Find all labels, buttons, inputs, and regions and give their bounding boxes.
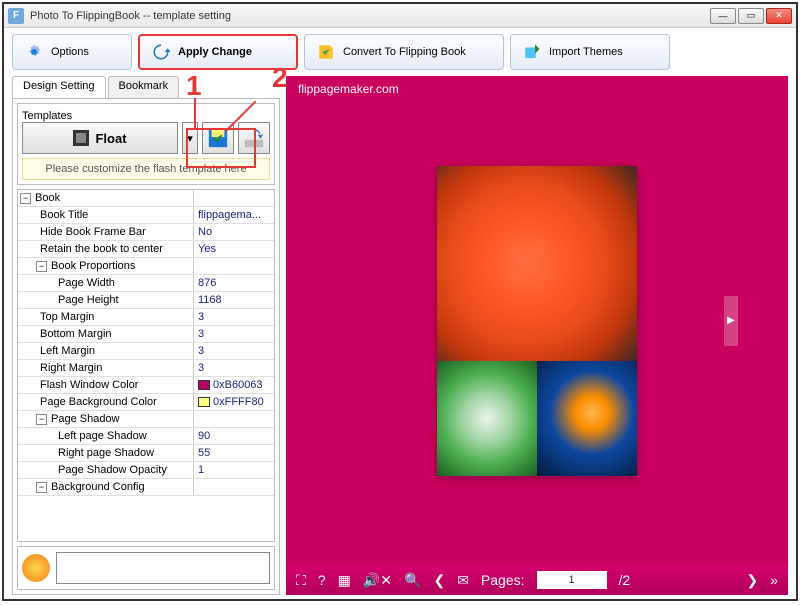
load-icon [243,127,265,149]
property-grid[interactable]: −Book Book Titleflippagema... Hide Book … [17,189,275,542]
thumbnails-icon[interactable]: ▦ [338,572,351,589]
import-icon [523,43,541,61]
database-icon[interactable] [22,554,50,582]
photo-hydrangea [437,361,537,476]
prop-row[interactable]: Flash Window Color0xB60063 [18,377,274,394]
status-row [17,546,275,590]
close-button[interactable]: ✕ [766,8,792,24]
fullscreen-icon[interactable]: ⛶ [296,572,306,589]
book-preview[interactable] [437,166,637,476]
preview-panel: flippagemaker.com ▶ ⛶ ? ▦ 🔊✕ 🔍 ❮ ✉ [286,76,788,595]
mail-icon[interactable]: ✉ [457,572,469,589]
titlebar: F Photo To FlippingBook -- template sett… [4,4,796,28]
window-title: Photo To FlippingBook -- template settin… [30,10,710,22]
next-icon[interactable]: ❯ [746,572,758,589]
zoom-icon[interactable]: 🔍 [404,572,421,589]
apply-change-button[interactable]: Apply Change [138,34,298,70]
left-panel: Design Setting Bookmark Templates Float … [12,76,280,595]
page-total: /2 [619,572,631,588]
prop-row[interactable]: Page Width876 [18,275,274,292]
photo-jellyfish [537,361,637,476]
status-field[interactable] [56,552,270,584]
prop-row[interactable]: Page Shadow Opacity1 [18,462,274,479]
preview-toolbar: ⛶ ? ▦ 🔊✕ 🔍 ❮ ✉ Pages: /2 ❯ » [286,565,788,595]
options-button[interactable]: Options [12,34,132,70]
prop-row[interactable]: Top Margin3 [18,309,274,326]
prop-row[interactable]: Bottom Margin3 [18,326,274,343]
app-window: F Photo To FlippingBook -- template sett… [2,2,798,601]
prop-row[interactable]: Page Background Color0xFFFF80 [18,394,274,411]
preview-brand: flippagemaker.com [286,76,411,102]
convert-icon [317,43,335,61]
app-icon: F [8,8,24,24]
sound-icon[interactable]: 🔊✕ [363,572,392,589]
tab-bookmark[interactable]: Bookmark [108,76,180,98]
save-icon [207,127,229,149]
template-icon [73,130,89,146]
prop-row[interactable]: Book Titleflippagema... [18,207,274,224]
template-hint: Please customize the flash template here [22,158,270,180]
page-turn-handle[interactable]: ▶ [724,296,738,346]
load-template-button[interactable] [238,122,270,154]
prop-row[interactable]: Right Margin3 [18,360,274,377]
minimize-button[interactable]: — [710,8,736,24]
import-themes-button[interactable]: Import Themes [510,34,670,70]
preview-area[interactable]: ▶ [286,76,788,565]
photo-flower [437,166,637,361]
prop-row[interactable]: Retain the book to centerYes [18,241,274,258]
main-toolbar: Options Apply Change Convert To Flipping… [4,28,796,76]
help-icon[interactable]: ? [318,572,326,588]
tab-design-setting[interactable]: Design Setting [12,76,106,98]
last-icon[interactable]: » [770,572,778,588]
save-template-button[interactable] [202,122,234,154]
templates-group: Templates Float ▾ P [17,103,275,185]
gear-icon [25,43,43,61]
prop-row[interactable]: Left page Shadow90 [18,428,274,445]
prop-row[interactable]: Right page Shadow55 [18,445,274,462]
color-swatch [198,397,210,407]
template-dropdown[interactable]: ▾ [182,122,198,154]
color-swatch [198,380,210,390]
convert-button[interactable]: Convert To Flipping Book [304,34,504,70]
float-template-button[interactable]: Float [22,122,178,154]
refresh-icon [152,43,170,61]
pages-label: Pages: [481,572,525,588]
prop-row[interactable]: Hide Book Frame BarNo [18,224,274,241]
prop-row[interactable]: Page Height1168 [18,292,274,309]
page-input[interactable] [537,571,607,589]
prop-row[interactable]: Left Margin3 [18,343,274,360]
prev-icon[interactable]: ❮ [433,572,445,589]
maximize-button[interactable]: ▭ [738,8,764,24]
